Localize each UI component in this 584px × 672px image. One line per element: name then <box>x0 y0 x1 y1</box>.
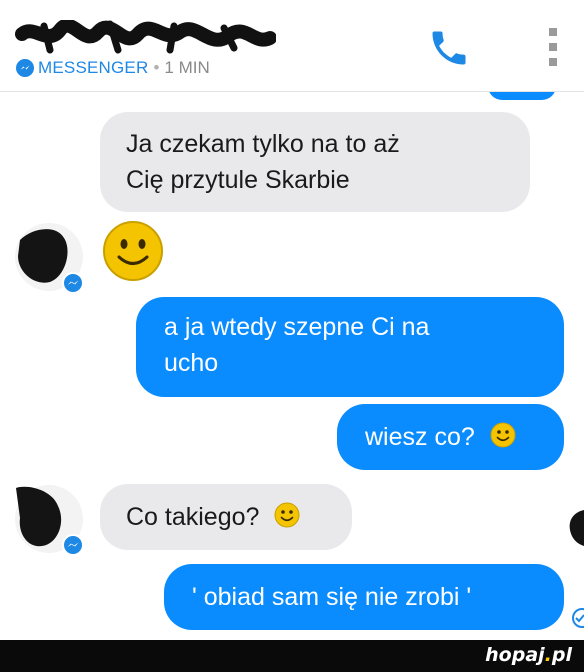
contact-avatar[interactable] <box>12 482 86 556</box>
incoming-message-1[interactable]: Ja czekam tylko na to aż Cię przytule Sk… <box>100 112 530 212</box>
messenger-icon <box>16 59 34 77</box>
subtitle-separator: • <box>153 58 160 77</box>
message-text: Co takiego? <box>126 503 260 531</box>
smiley-icon <box>490 422 516 448</box>
more-vert-icon[interactable] <box>546 26 560 68</box>
message-thread[interactable]: Ja czekam tylko na to aż Cię przytule Sk… <box>0 92 584 640</box>
phone-icon[interactable] <box>427 26 471 70</box>
message-line: a ja wtedy szepne Ci na <box>164 313 430 341</box>
last-active-time: 1 MIN <box>164 58 210 77</box>
message-line: Cię przytule Skarbie <box>126 166 350 194</box>
message-line: ucho <box>164 349 219 377</box>
redacted-contact-name <box>15 20 276 54</box>
outgoing-message-3[interactable]: ' obiad sam się nie zrobi ' <box>164 564 564 630</box>
app-label: MESSENGER <box>38 58 149 77</box>
chat-header: MESSENGER • 1 MIN <box>0 0 584 92</box>
delivered-icon <box>572 608 584 628</box>
previous-outgoing-bubble <box>488 92 556 100</box>
messenger-icon <box>62 272 84 294</box>
message-line: Ja czekam tylko na to aż <box>126 130 400 158</box>
site-watermark: hopaj.pl <box>485 644 572 666</box>
outgoing-message-2[interactable]: wiesz co? <box>337 404 564 470</box>
smiley-icon[interactable] <box>102 220 164 282</box>
contact-avatar[interactable] <box>12 220 86 294</box>
incoming-message-2[interactable]: Co takiego? <box>100 484 352 550</box>
message-text: wiesz co? <box>365 423 475 451</box>
smiley-icon <box>274 502 300 528</box>
messenger-icon <box>62 534 84 556</box>
header-subtitle: MESSENGER • 1 MIN <box>16 58 210 78</box>
outgoing-message-1[interactable]: a ja wtedy szepne Ci na ucho <box>136 297 564 397</box>
message-text: ' obiad sam się nie zrobi ' <box>192 583 472 611</box>
seen-avatar <box>569 510 584 546</box>
watermark-bar: hopaj.pl <box>0 640 584 672</box>
